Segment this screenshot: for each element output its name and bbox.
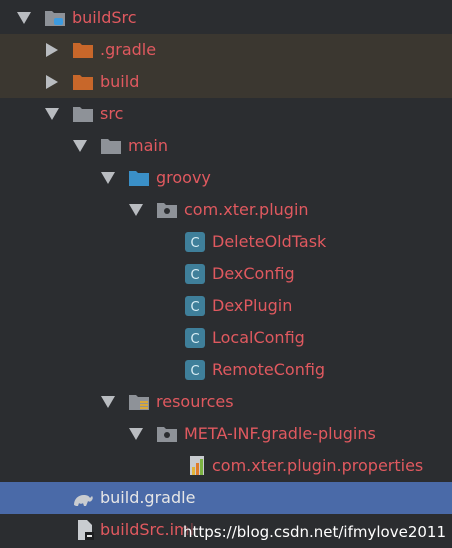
svg-text:C: C [190, 364, 199, 379]
properties-file-icon [186, 456, 208, 476]
tree-row-properties[interactable]: com.xter.plugin.properties [0, 450, 452, 482]
tree-label: DexPlugin [212, 296, 293, 315]
expand-arrow-icon[interactable] [16, 2, 32, 34]
project-tree: buildSrc .gradle build src main groovy c… [0, 2, 452, 546]
tree-label: LocalConfig [212, 328, 305, 347]
tree-label: RemoteConfig [212, 360, 326, 379]
tree-label: build.gradle [100, 488, 196, 507]
tree-label: DexConfig [212, 264, 295, 283]
watermark-text: https://blog.csdn.net/ifmylove2011 [182, 522, 446, 542]
tree-label: buildSrc [72, 8, 137, 27]
tree-label: com.xter.plugin.properties [212, 456, 424, 475]
expand-arrow-icon[interactable] [72, 130, 88, 162]
tree-row-build-dir[interactable]: build [0, 66, 452, 98]
tree-row-build-gradle[interactable]: build.gradle [0, 482, 452, 514]
tree-label: com.xter.plugin [184, 200, 309, 219]
tree-row-class[interactable]: C DeleteOldTask [0, 226, 452, 258]
collapse-arrow-icon[interactable] [44, 66, 60, 98]
tree-row-meta-inf[interactable]: META-INF.gradle-plugins [0, 418, 452, 450]
module-folder-icon [44, 8, 66, 28]
tree-row-class[interactable]: C RemoteConfig [0, 354, 452, 386]
resources-folder-icon [128, 392, 150, 412]
tree-label: buildSrc.iml [100, 520, 195, 539]
package-icon [156, 200, 178, 220]
class-icon: C [184, 328, 206, 348]
excluded-folder-icon [72, 40, 94, 60]
folder-icon [100, 136, 122, 156]
expand-arrow-icon[interactable] [100, 386, 116, 418]
tree-label: src [100, 104, 124, 123]
tree-row-groovy[interactable]: groovy [0, 162, 452, 194]
expand-arrow-icon[interactable] [128, 194, 144, 226]
tree-row-class[interactable]: C DexConfig [0, 258, 452, 290]
expand-arrow-icon[interactable] [128, 418, 144, 450]
tree-label: main [128, 136, 168, 155]
tree-row-main[interactable]: main [0, 130, 452, 162]
package-icon [156, 424, 178, 444]
expand-arrow-icon[interactable] [44, 98, 60, 130]
iml-file-icon [74, 520, 96, 540]
tree-label: groovy [156, 168, 211, 187]
source-folder-icon [128, 168, 150, 188]
gradle-icon [72, 488, 94, 508]
tree-label: resources [156, 392, 234, 411]
tree-label: build [100, 72, 140, 91]
class-icon: C [184, 296, 206, 316]
class-icon: C [184, 360, 206, 380]
tree-row-buildsrc[interactable]: buildSrc [0, 2, 452, 34]
svg-text:C: C [190, 268, 199, 283]
svg-text:C: C [190, 332, 199, 347]
tree-label: DeleteOldTask [212, 232, 327, 251]
tree-row-resources[interactable]: resources [0, 386, 452, 418]
tree-label: META-INF.gradle-plugins [184, 424, 376, 443]
tree-row-gradle-dir[interactable]: .gradle [0, 34, 452, 66]
class-icon: C [184, 264, 206, 284]
tree-label: .gradle [100, 40, 157, 59]
folder-icon [72, 104, 94, 124]
tree-row-package[interactable]: com.xter.plugin [0, 194, 452, 226]
tree-row-class[interactable]: C LocalConfig [0, 322, 452, 354]
tree-row-src[interactable]: src [0, 98, 452, 130]
expand-arrow-icon[interactable] [100, 162, 116, 194]
tree-row-class[interactable]: C DexPlugin [0, 290, 452, 322]
excluded-folder-icon [72, 72, 94, 92]
svg-text:C: C [190, 236, 199, 251]
class-icon: C [184, 232, 206, 252]
collapse-arrow-icon[interactable] [44, 34, 60, 66]
svg-text:C: C [190, 300, 199, 315]
